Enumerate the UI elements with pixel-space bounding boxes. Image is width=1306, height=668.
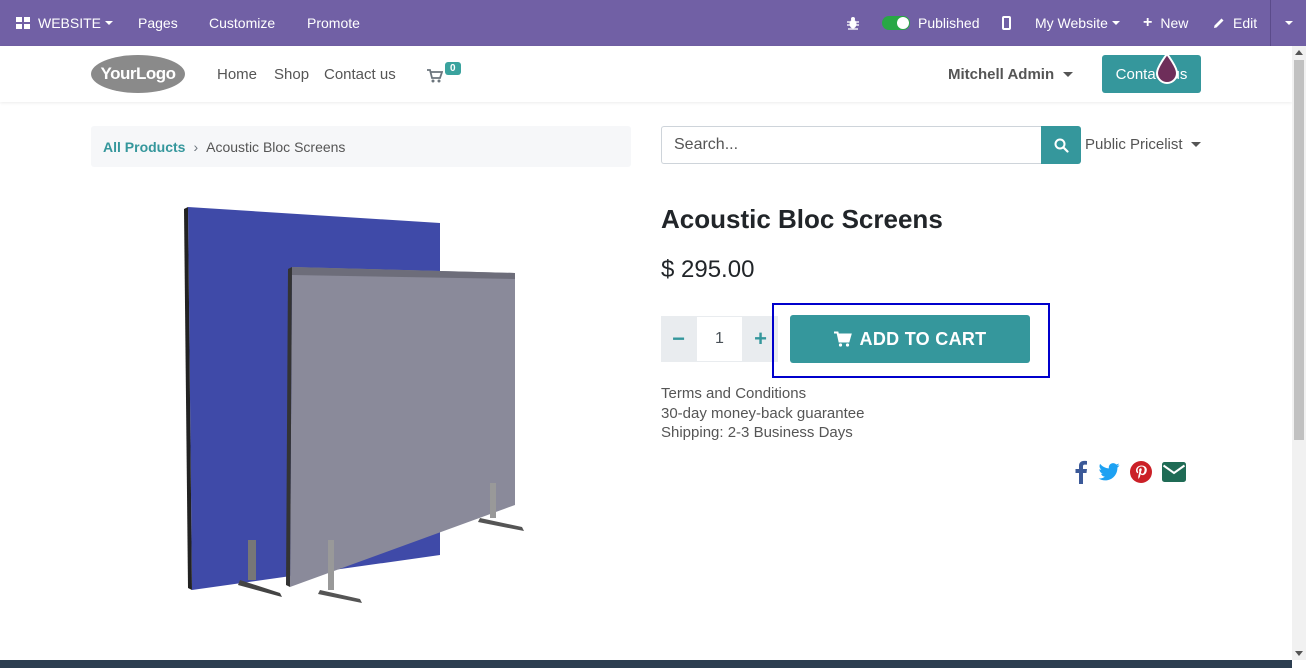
mobile-preview-button[interactable] [1002,0,1011,46]
caret-down-icon [105,21,114,25]
admin-navbar: WEBSITE Pages Customize Promote Publishe… [0,0,1306,46]
pricelist-dropdown[interactable]: Public Pricelist [1085,136,1201,153]
chevron-right-icon: › [193,138,199,155]
quantity-input[interactable] [696,316,743,362]
add-to-cart-button[interactable]: ADD TO CART [790,315,1030,363]
email-envelope-icon[interactable] [1162,462,1186,482]
caret-down-icon [1063,72,1074,77]
user-menu[interactable]: Mitchell Admin [948,66,1074,83]
debug-button[interactable] [846,0,860,46]
product-price: $ 295.00 [661,256,755,283]
pricelist-label: Public Pricelist [1085,136,1183,153]
user-name: Mitchell Admin [948,66,1055,83]
shopping-cart-icon [833,331,852,347]
my-website-label: My Website [1035,15,1108,31]
logo-text: YourLogo [101,64,176,83]
published-label: Published [918,15,980,31]
nav-contact-us[interactable]: Contact us [324,66,396,83]
twitter-icon[interactable] [1098,463,1120,481]
search-icon [1054,138,1069,153]
contact-us-button[interactable]: Contact us [1102,55,1201,93]
pencil-icon [1214,18,1224,28]
admin-dropdown-toggle[interactable] [1270,0,1306,46]
breadcrumb: All Products › Acoustic Bloc Screens [91,126,631,167]
edit-button[interactable]: Edit [1213,0,1257,46]
product-image[interactable] [170,195,550,615]
page-scrollbar[interactable] [1292,46,1306,660]
scroll-thumb[interactable] [1294,60,1304,440]
customize-menu[interactable]: Customize [209,0,275,46]
footer-strip [0,660,1292,668]
scroll-up-arrow-icon[interactable] [1295,50,1303,55]
share-links [1074,460,1186,484]
breadcrumb-current: Acoustic Bloc Screens [206,138,346,155]
mobile-icon [1002,16,1011,30]
your-logo[interactable]: YourLogo [90,54,186,94]
search-input[interactable] [661,126,1041,164]
money-back-guarantee: 30-day money-back guarantee [661,404,865,422]
shipping-info: Shipping: 2-3 Business Days [661,424,853,441]
product-title: Acoustic Bloc Screens [661,204,943,234]
decrease-quantity-button[interactable]: − [661,316,696,362]
my-website-menu[interactable]: My Website [1035,0,1120,46]
product-terms: Terms and Conditions 30-day money-back g… [661,384,864,443]
published-toggle[interactable]: Published [882,0,980,46]
search-button[interactable] [1041,126,1081,164]
toggle-switch-icon [882,16,910,30]
new-label: New [1160,15,1189,31]
nav-shop[interactable]: Shop [274,66,309,83]
new-button[interactable]: + New [1143,0,1188,46]
product-search [661,126,1081,164]
website-menu-label: WEBSITE [38,15,102,31]
pages-menu[interactable]: Pages [138,0,178,46]
edit-label: Edit [1233,15,1258,31]
facebook-icon[interactable] [1074,460,1088,484]
caret-down-icon [1111,21,1120,25]
cart-count-badge: 0 [445,62,461,75]
website-menu[interactable]: WEBSITE [16,0,114,46]
bug-icon [847,17,859,30]
apps-grid-icon [16,17,30,29]
shopping-cart-icon [427,69,443,83]
nav-home[interactable]: Home [217,66,257,83]
drop-cursor-icon [1155,52,1179,84]
add-to-cart-label: ADD TO CART [859,328,987,349]
caret-down-icon [1190,142,1201,147]
caret-down-icon [1284,21,1293,25]
cart-link[interactable]: 0 [427,62,467,88]
plus-icon: + [1143,14,1153,31]
breadcrumb-all-products[interactable]: All Products [103,139,185,155]
terms-and-conditions[interactable]: Terms and Conditions [661,384,864,404]
scroll-down-arrow-icon[interactable] [1295,651,1303,656]
minus-icon: − [672,326,685,351]
site-header: YourLogo Home Shop Contact us 0 Mitchell… [0,46,1292,102]
plus-icon: + [754,326,767,351]
pinterest-icon[interactable] [1130,461,1152,483]
quantity-stepper: − + [661,316,778,362]
promote-menu[interactable]: Promote [307,0,360,46]
